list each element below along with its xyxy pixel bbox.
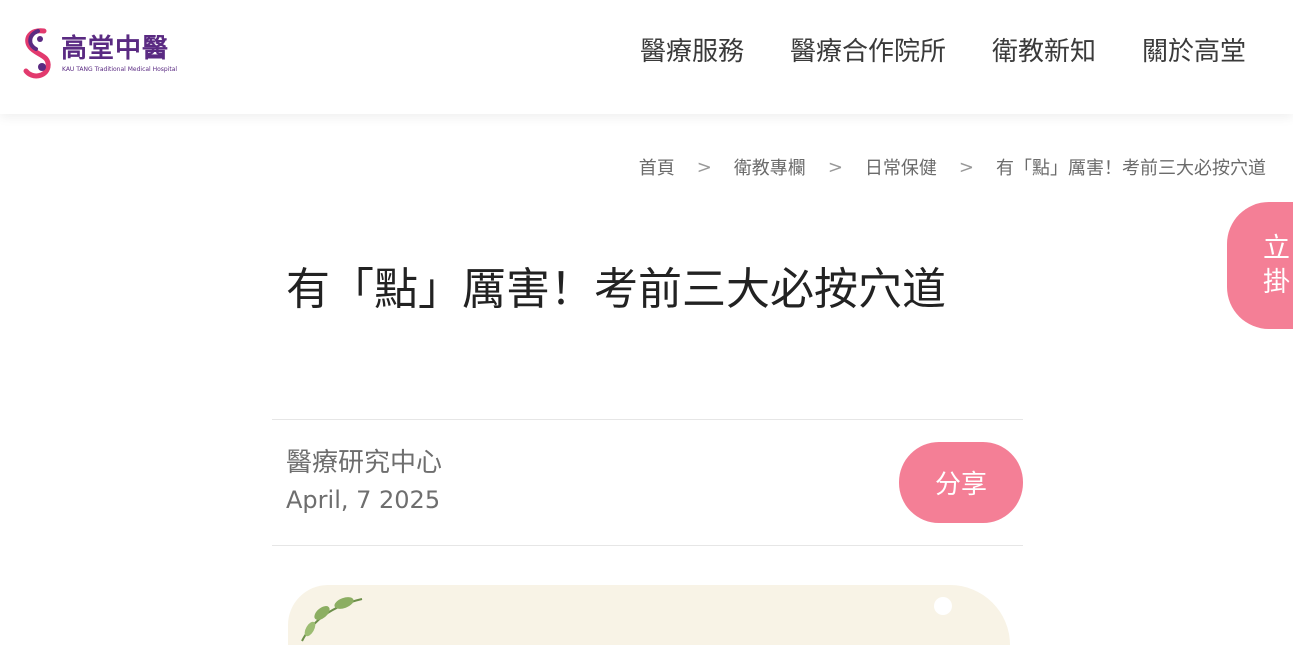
- main-nav: 醫療服務 醫療合作院所 衛教新知 關於高堂: [594, 32, 1246, 72]
- breadcrumb-home[interactable]: 首頁: [639, 154, 675, 180]
- divider: [272, 419, 1023, 420]
- nav-item-medical-services[interactable]: 醫療服務: [640, 32, 744, 72]
- breadcrumb-daily-care[interactable]: 日常保健: [865, 154, 937, 180]
- flower-decoration-icon: [934, 597, 952, 615]
- logo-subtitle: KAU TANG Traditional Medical Hospital: [62, 66, 178, 73]
- share-label: 分享: [934, 470, 987, 500]
- article-date: April, 7 2025: [286, 486, 441, 514]
- breadcrumb-separator: >: [958, 156, 974, 178]
- site-header: 高堂中醫 KAU TANG Traditional Medical Hospit…: [0, 0, 1293, 114]
- nav-item-health-news[interactable]: 衛教新知: [992, 32, 1096, 72]
- site-logo[interactable]: 高堂中醫 KAU TANG Traditional Medical Hospit…: [22, 25, 202, 81]
- article-author: 醫療研究中心: [286, 448, 443, 478]
- booking-side-label: 立掛: [1263, 233, 1290, 298]
- booking-side-button[interactable]: 立掛: [1227, 202, 1293, 329]
- breadcrumb-separator: >: [827, 156, 843, 178]
- article-hero-image: [288, 585, 1010, 645]
- nav-item-partner-clinics[interactable]: 醫療合作院所: [790, 32, 946, 72]
- article-title: 有「點」厲害！考前三大必按穴道: [286, 264, 946, 315]
- leaf-decoration-icon: [301, 597, 363, 642]
- breadcrumb: 首頁 > 衛教專欄 > 日常保健 > 有「點」厲害！考前三大必按穴道: [639, 154, 1266, 180]
- divider: [272, 545, 1023, 546]
- breadcrumb-current: 有「點」厲害！考前三大必按穴道: [996, 158, 1266, 179]
- logo-mark-icon: [23, 28, 51, 79]
- breadcrumb-health-column[interactable]: 衛教專欄: [734, 154, 806, 180]
- share-button[interactable]: 分享: [899, 442, 1023, 523]
- nav-item-about[interactable]: 關於高堂: [1142, 32, 1246, 72]
- breadcrumb-separator: >: [696, 156, 712, 178]
- logo-text: 高堂中醫: [61, 34, 170, 64]
